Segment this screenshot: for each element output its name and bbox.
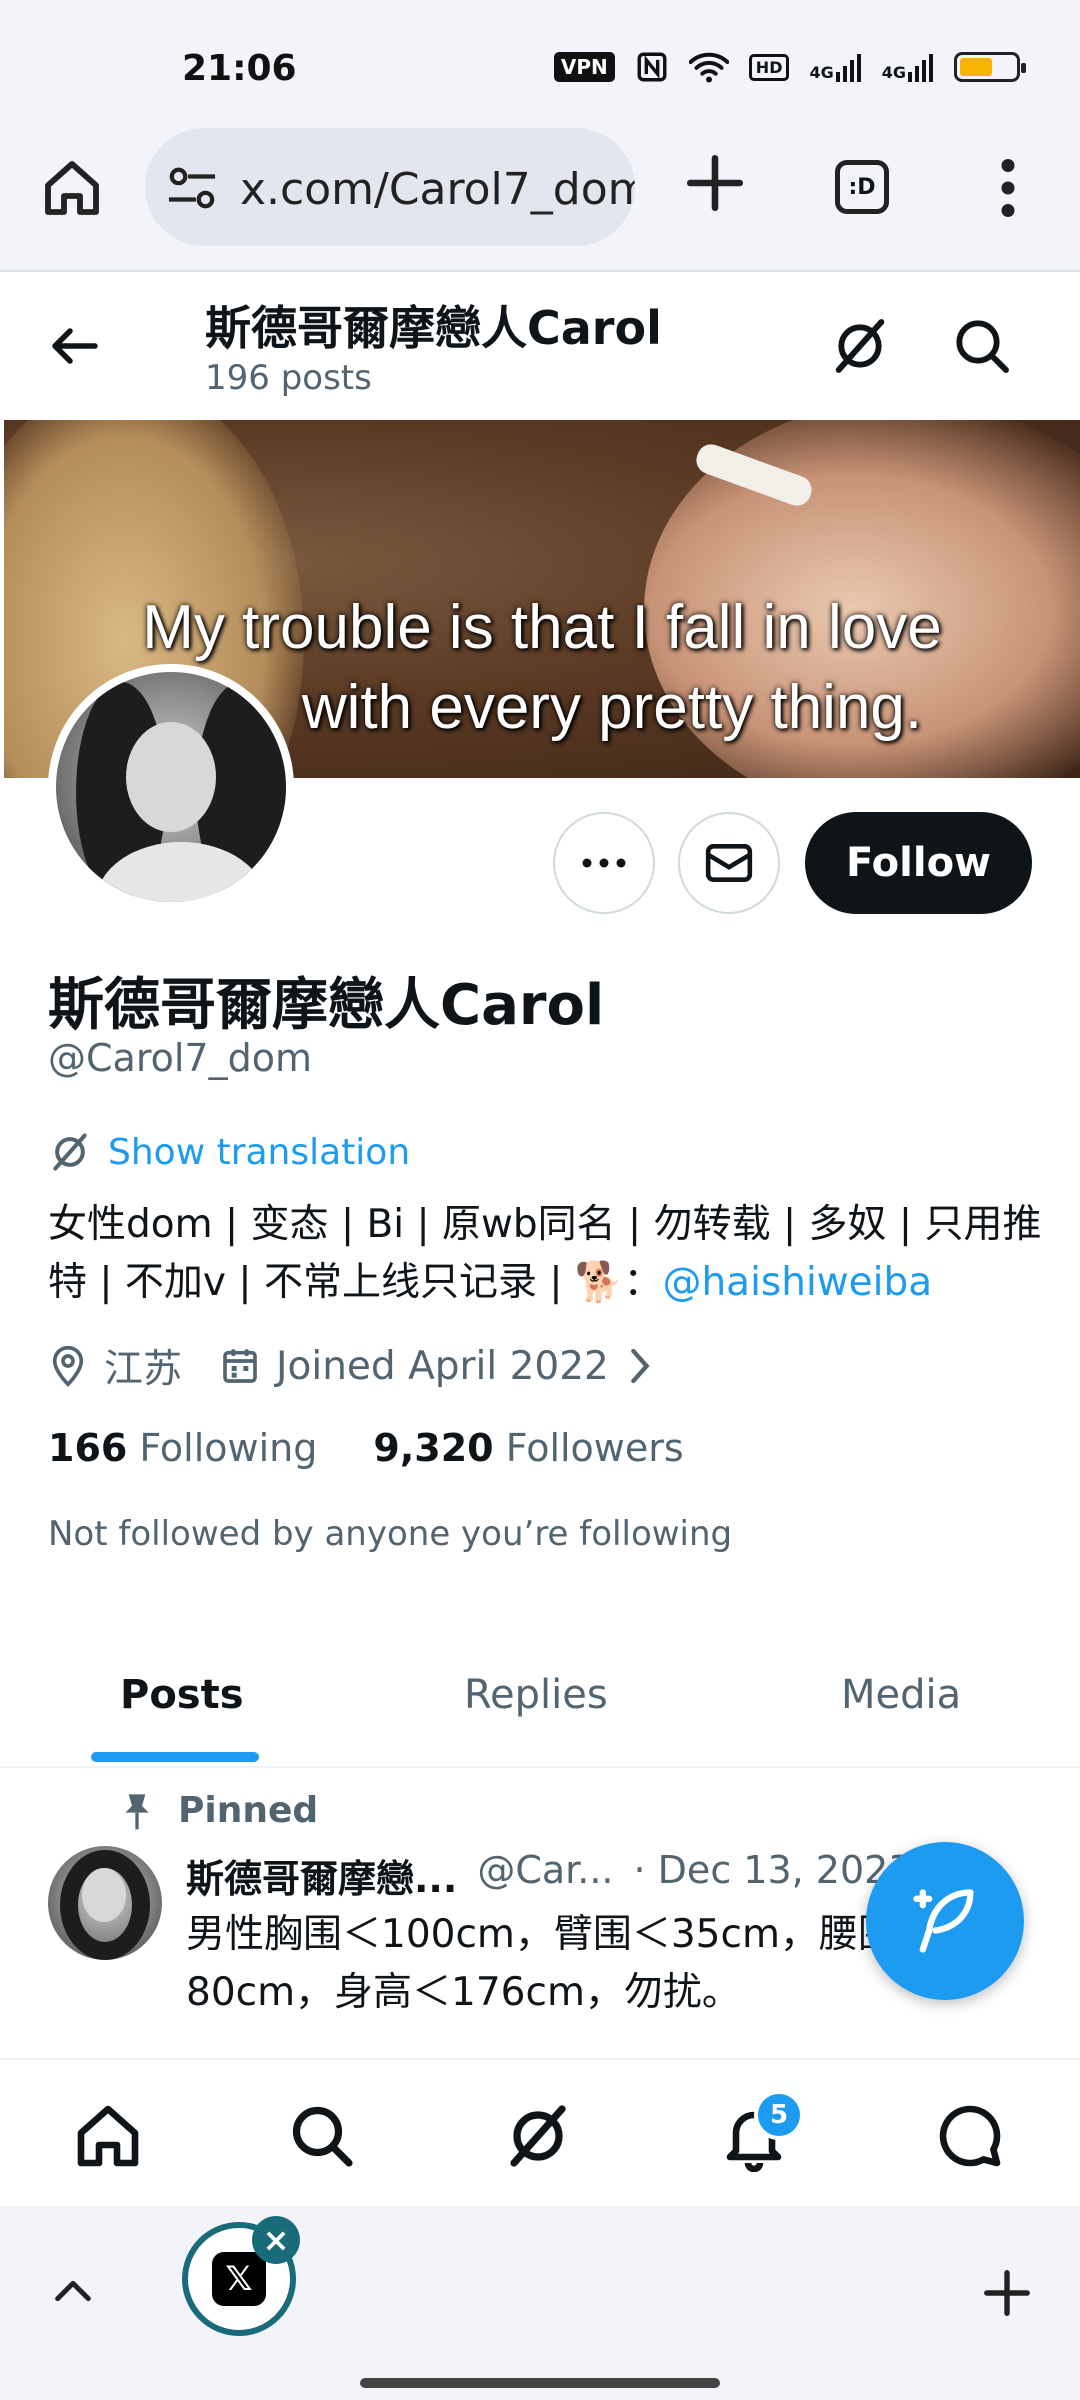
- show-translation-link[interactable]: Show translation: [48, 1130, 410, 1174]
- browser-toolbar: x.com/Carol7_dom :D: [0, 120, 1080, 272]
- signal-2: 4G: [882, 52, 934, 82]
- grok-icon[interactable]: [502, 2100, 574, 2172]
- tab-replies[interactable]: Replies: [464, 1672, 608, 1718]
- post-author-handle[interactable]: @Car...: [477, 1848, 613, 1903]
- follow-button[interactable]: Follow: [805, 812, 1032, 914]
- pinned-indicator: Pinned: [120, 1790, 318, 1831]
- status-bar: 21:06 VPN HD 4G 4G: [0, 0, 1080, 120]
- close-tab-button[interactable]: ×: [252, 2216, 300, 2264]
- back-arrow-icon[interactable]: [45, 316, 105, 376]
- banner-caption-line1: My trouble is that I fall in love: [142, 593, 942, 662]
- chevron-up-icon[interactable]: [50, 2268, 96, 2314]
- battery-level: [960, 58, 993, 76]
- signal-bars-icon: [835, 54, 861, 82]
- compose-post-button[interactable]: [866, 1842, 1024, 2000]
- wifi-icon: [688, 52, 729, 83]
- pinned-label: Pinned: [178, 1790, 319, 1831]
- chevron-right-icon[interactable]: [623, 1346, 657, 1386]
- profile-avatar[interactable]: [48, 664, 294, 910]
- battery-icon: [954, 52, 1026, 82]
- url-bar[interactable]: x.com/Carol7_dom: [145, 128, 635, 246]
- gesture-home-indicator: [360, 2378, 720, 2388]
- notification-badge: 5: [754, 2090, 804, 2140]
- bio-mention-link[interactable]: @haishiweiba: [662, 1260, 932, 1305]
- more-vert-icon[interactable]: [990, 158, 1026, 218]
- following-stat[interactable]: 166 Following: [48, 1426, 317, 1470]
- header-post-count: 196 posts: [205, 358, 372, 398]
- location-pin-icon: [52, 1345, 84, 1387]
- grok-icon[interactable]: [828, 314, 892, 378]
- profile-joined-date[interactable]: Joined April 2022: [276, 1344, 609, 1389]
- home-icon[interactable]: [40, 156, 104, 220]
- url-text[interactable]: x.com/Carol7_dom: [240, 164, 635, 215]
- post-author-avatar[interactable]: [48, 1846, 162, 1960]
- pin-icon: [125, 1793, 149, 1829]
- compose-feather-icon: [913, 1889, 974, 1953]
- tab-switcher-button[interactable]: :D: [835, 160, 889, 214]
- active-tab-indicator: [91, 1752, 259, 1762]
- new-tab-icon[interactable]: [682, 150, 748, 216]
- tab-posts[interactable]: Posts: [120, 1672, 244, 1718]
- profile-name: 斯德哥爾摩戀人Carol: [48, 973, 605, 1038]
- profile-tabs: Posts Replies Media: [0, 1640, 1080, 1768]
- home-icon[interactable]: [72, 2100, 144, 2172]
- profile-handle: @Carol7_dom: [48, 1036, 312, 1080]
- calendar-icon: [223, 1349, 257, 1383]
- profile-bio: 女性dom | 变态 | Bi | 原wb同名 | 勿转载 | 多奴 | 只用推…: [48, 1196, 1048, 1312]
- signal-bars-icon: [908, 54, 933, 82]
- tab-media[interactable]: Media: [841, 1672, 961, 1718]
- bottom-navigation: 5: [0, 2058, 1080, 2206]
- vpn-indicator: VPN: [553, 52, 615, 82]
- post-author-name[interactable]: 斯德哥爾摩戀...: [186, 1848, 457, 1903]
- x-logo-icon: 𝕏: [212, 2252, 266, 2306]
- message-button[interactable]: [678, 812, 780, 914]
- nfc-icon: [637, 52, 667, 82]
- profile-stats: 166 Following 9,320 Followers: [48, 1426, 684, 1470]
- new-tab-icon[interactable]: [980, 2266, 1034, 2320]
- browser-tab-strip: 𝕏 ×: [0, 2206, 1080, 2400]
- site-settings-icon[interactable]: [167, 166, 217, 210]
- grok-icon: [53, 1133, 87, 1171]
- mail-icon: [705, 844, 753, 882]
- followers-stat[interactable]: 9,320 Followers: [373, 1426, 683, 1470]
- signal-1: 4G: [809, 52, 861, 82]
- not-followed-notice: Not followed by anyone you’re following: [48, 1514, 733, 1554]
- profile-location: 江苏: [104, 1347, 183, 1392]
- profile-top-nav: 斯德哥爾摩戀人Carol 196 posts: [0, 274, 1080, 420]
- search-icon[interactable]: [286, 2100, 358, 2172]
- hd-voice-indicator: HD: [748, 53, 790, 81]
- show-translation-label[interactable]: Show translation: [108, 1132, 410, 1173]
- search-icon[interactable]: [950, 314, 1014, 378]
- messages-icon[interactable]: [934, 2100, 1006, 2172]
- more-horizontal-icon: [582, 858, 626, 868]
- status-icons: VPN HD 4G 4G: [553, 50, 1026, 84]
- more-options-button[interactable]: [553, 812, 655, 914]
- status-time: 21:06: [182, 48, 297, 89]
- header-name: 斯德哥爾摩戀人Carol: [205, 301, 662, 355]
- profile-meta: 江苏 Joined April 2022: [48, 1338, 673, 1394]
